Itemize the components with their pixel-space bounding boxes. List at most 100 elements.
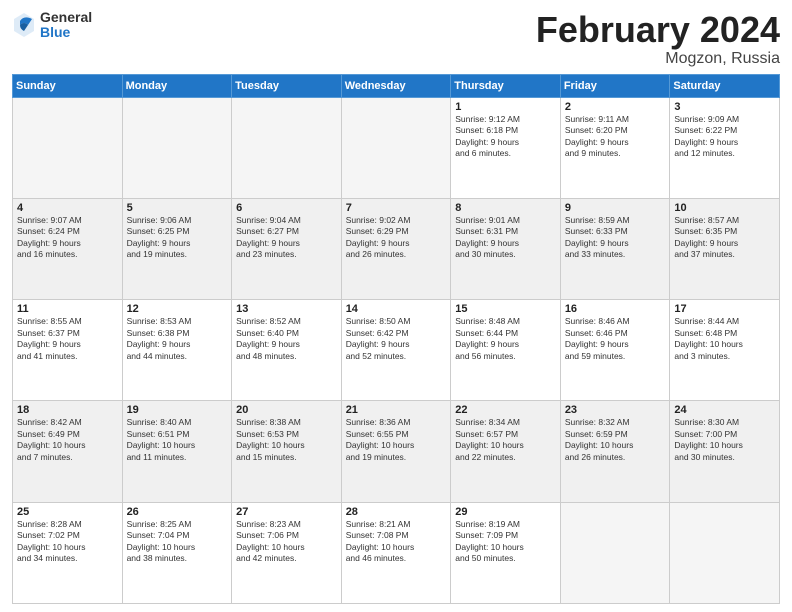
day-number: 14 — [346, 303, 447, 315]
table-row: 18Sunrise: 8:42 AM Sunset: 6:49 PM Dayli… — [13, 401, 123, 502]
table-row: 23Sunrise: 8:32 AM Sunset: 6:59 PM Dayli… — [560, 401, 670, 502]
table-row: 26Sunrise: 8:25 AM Sunset: 7:04 PM Dayli… — [122, 502, 232, 603]
day-info: Sunrise: 9:11 AM Sunset: 6:20 PM Dayligh… — [565, 114, 666, 160]
header-monday: Monday — [122, 74, 232, 97]
table-row: 6Sunrise: 9:04 AM Sunset: 6:27 PM Daylig… — [232, 198, 342, 299]
table-row: 16Sunrise: 8:46 AM Sunset: 6:46 PM Dayli… — [560, 300, 670, 401]
table-row: 27Sunrise: 8:23 AM Sunset: 7:06 PM Dayli… — [232, 502, 342, 603]
logo-icon — [12, 11, 36, 39]
day-info: Sunrise: 8:40 AM Sunset: 6:51 PM Dayligh… — [127, 417, 228, 463]
table-row: 8Sunrise: 9:01 AM Sunset: 6:31 PM Daylig… — [451, 198, 561, 299]
logo-general-text: General — [40, 10, 92, 25]
header-friday: Friday — [560, 74, 670, 97]
day-number: 18 — [17, 404, 118, 416]
calendar-table: Sunday Monday Tuesday Wednesday Thursday… — [12, 74, 780, 604]
day-info: Sunrise: 8:30 AM Sunset: 7:00 PM Dayligh… — [674, 417, 775, 463]
day-info: Sunrise: 9:01 AM Sunset: 6:31 PM Dayligh… — [455, 215, 556, 261]
day-number: 15 — [455, 303, 556, 315]
day-info: Sunrise: 9:12 AM Sunset: 6:18 PM Dayligh… — [455, 114, 556, 160]
day-number: 11 — [17, 303, 118, 315]
table-row: 7Sunrise: 9:02 AM Sunset: 6:29 PM Daylig… — [341, 198, 451, 299]
day-info: Sunrise: 8:48 AM Sunset: 6:44 PM Dayligh… — [455, 316, 556, 362]
day-info: Sunrise: 8:53 AM Sunset: 6:38 PM Dayligh… — [127, 316, 228, 362]
table-row: 19Sunrise: 8:40 AM Sunset: 6:51 PM Dayli… — [122, 401, 232, 502]
header-thursday: Thursday — [451, 74, 561, 97]
day-number: 2 — [565, 101, 666, 113]
weekday-header-row: Sunday Monday Tuesday Wednesday Thursday… — [13, 74, 780, 97]
day-info: Sunrise: 9:09 AM Sunset: 6:22 PM Dayligh… — [674, 114, 775, 160]
logo: General Blue — [12, 10, 92, 41]
table-row: 5Sunrise: 9:06 AM Sunset: 6:25 PM Daylig… — [122, 198, 232, 299]
table-row: 28Sunrise: 8:21 AM Sunset: 7:08 PM Dayli… — [341, 502, 451, 603]
calendar-week-row: 18Sunrise: 8:42 AM Sunset: 6:49 PM Dayli… — [13, 401, 780, 502]
day-number: 6 — [236, 202, 337, 214]
day-info: Sunrise: 9:02 AM Sunset: 6:29 PM Dayligh… — [346, 215, 447, 261]
table-row: 2Sunrise: 9:11 AM Sunset: 6:20 PM Daylig… — [560, 97, 670, 198]
calendar-week-row: 4Sunrise: 9:07 AM Sunset: 6:24 PM Daylig… — [13, 198, 780, 299]
day-number: 10 — [674, 202, 775, 214]
table-row: 15Sunrise: 8:48 AM Sunset: 6:44 PM Dayli… — [451, 300, 561, 401]
day-number: 16 — [565, 303, 666, 315]
calendar-title: February 2024 — [536, 10, 780, 50]
table-row — [560, 502, 670, 603]
table-row: 11Sunrise: 8:55 AM Sunset: 6:37 PM Dayli… — [13, 300, 123, 401]
day-info: Sunrise: 8:28 AM Sunset: 7:02 PM Dayligh… — [17, 519, 118, 565]
table-row: 22Sunrise: 8:34 AM Sunset: 6:57 PM Dayli… — [451, 401, 561, 502]
day-info: Sunrise: 9:07 AM Sunset: 6:24 PM Dayligh… — [17, 215, 118, 261]
day-number: 21 — [346, 404, 447, 416]
table-row — [670, 502, 780, 603]
day-number: 20 — [236, 404, 337, 416]
day-number: 22 — [455, 404, 556, 416]
table-row: 25Sunrise: 8:28 AM Sunset: 7:02 PM Dayli… — [13, 502, 123, 603]
page: General Blue February 2024 Mogzon, Russi… — [0, 0, 792, 612]
header-saturday: Saturday — [670, 74, 780, 97]
calendar-week-row: 11Sunrise: 8:55 AM Sunset: 6:37 PM Dayli… — [13, 300, 780, 401]
table-row: 24Sunrise: 8:30 AM Sunset: 7:00 PM Dayli… — [670, 401, 780, 502]
day-info: Sunrise: 8:42 AM Sunset: 6:49 PM Dayligh… — [17, 417, 118, 463]
day-info: Sunrise: 8:21 AM Sunset: 7:08 PM Dayligh… — [346, 519, 447, 565]
day-number: 5 — [127, 202, 228, 214]
day-number: 29 — [455, 506, 556, 518]
table-row — [122, 97, 232, 198]
day-number: 7 — [346, 202, 447, 214]
table-row: 17Sunrise: 8:44 AM Sunset: 6:48 PM Dayli… — [670, 300, 780, 401]
header-sunday: Sunday — [13, 74, 123, 97]
day-info: Sunrise: 9:04 AM Sunset: 6:27 PM Dayligh… — [236, 215, 337, 261]
day-info: Sunrise: 8:55 AM Sunset: 6:37 PM Dayligh… — [17, 316, 118, 362]
day-info: Sunrise: 8:44 AM Sunset: 6:48 PM Dayligh… — [674, 316, 775, 362]
table-row: 21Sunrise: 8:36 AM Sunset: 6:55 PM Dayli… — [341, 401, 451, 502]
day-info: Sunrise: 8:32 AM Sunset: 6:59 PM Dayligh… — [565, 417, 666, 463]
day-number: 25 — [17, 506, 118, 518]
table-row: 10Sunrise: 8:57 AM Sunset: 6:35 PM Dayli… — [670, 198, 780, 299]
day-info: Sunrise: 8:23 AM Sunset: 7:06 PM Dayligh… — [236, 519, 337, 565]
day-info: Sunrise: 8:46 AM Sunset: 6:46 PM Dayligh… — [565, 316, 666, 362]
day-info: Sunrise: 8:50 AM Sunset: 6:42 PM Dayligh… — [346, 316, 447, 362]
header: General Blue February 2024 Mogzon, Russi… — [12, 10, 780, 68]
day-number: 19 — [127, 404, 228, 416]
day-number: 26 — [127, 506, 228, 518]
day-info: Sunrise: 8:36 AM Sunset: 6:55 PM Dayligh… — [346, 417, 447, 463]
day-number: 17 — [674, 303, 775, 315]
day-info: Sunrise: 8:34 AM Sunset: 6:57 PM Dayligh… — [455, 417, 556, 463]
day-number: 27 — [236, 506, 337, 518]
day-info: Sunrise: 8:59 AM Sunset: 6:33 PM Dayligh… — [565, 215, 666, 261]
header-wednesday: Wednesday — [341, 74, 451, 97]
day-number: 28 — [346, 506, 447, 518]
day-number: 13 — [236, 303, 337, 315]
day-info: Sunrise: 8:25 AM Sunset: 7:04 PM Dayligh… — [127, 519, 228, 565]
calendar-week-row: 1Sunrise: 9:12 AM Sunset: 6:18 PM Daylig… — [13, 97, 780, 198]
table-row — [232, 97, 342, 198]
logo-blue-text: Blue — [40, 25, 92, 40]
table-row: 9Sunrise: 8:59 AM Sunset: 6:33 PM Daylig… — [560, 198, 670, 299]
day-info: Sunrise: 8:57 AM Sunset: 6:35 PM Dayligh… — [674, 215, 775, 261]
table-row: 13Sunrise: 8:52 AM Sunset: 6:40 PM Dayli… — [232, 300, 342, 401]
table-row: 20Sunrise: 8:38 AM Sunset: 6:53 PM Dayli… — [232, 401, 342, 502]
table-row: 1Sunrise: 9:12 AM Sunset: 6:18 PM Daylig… — [451, 97, 561, 198]
logo-text: General Blue — [40, 10, 92, 41]
calendar-week-row: 25Sunrise: 8:28 AM Sunset: 7:02 PM Dayli… — [13, 502, 780, 603]
day-info: Sunrise: 8:38 AM Sunset: 6:53 PM Dayligh… — [236, 417, 337, 463]
day-info: Sunrise: 8:52 AM Sunset: 6:40 PM Dayligh… — [236, 316, 337, 362]
day-number: 9 — [565, 202, 666, 214]
day-info: Sunrise: 9:06 AM Sunset: 6:25 PM Dayligh… — [127, 215, 228, 261]
day-number: 3 — [674, 101, 775, 113]
